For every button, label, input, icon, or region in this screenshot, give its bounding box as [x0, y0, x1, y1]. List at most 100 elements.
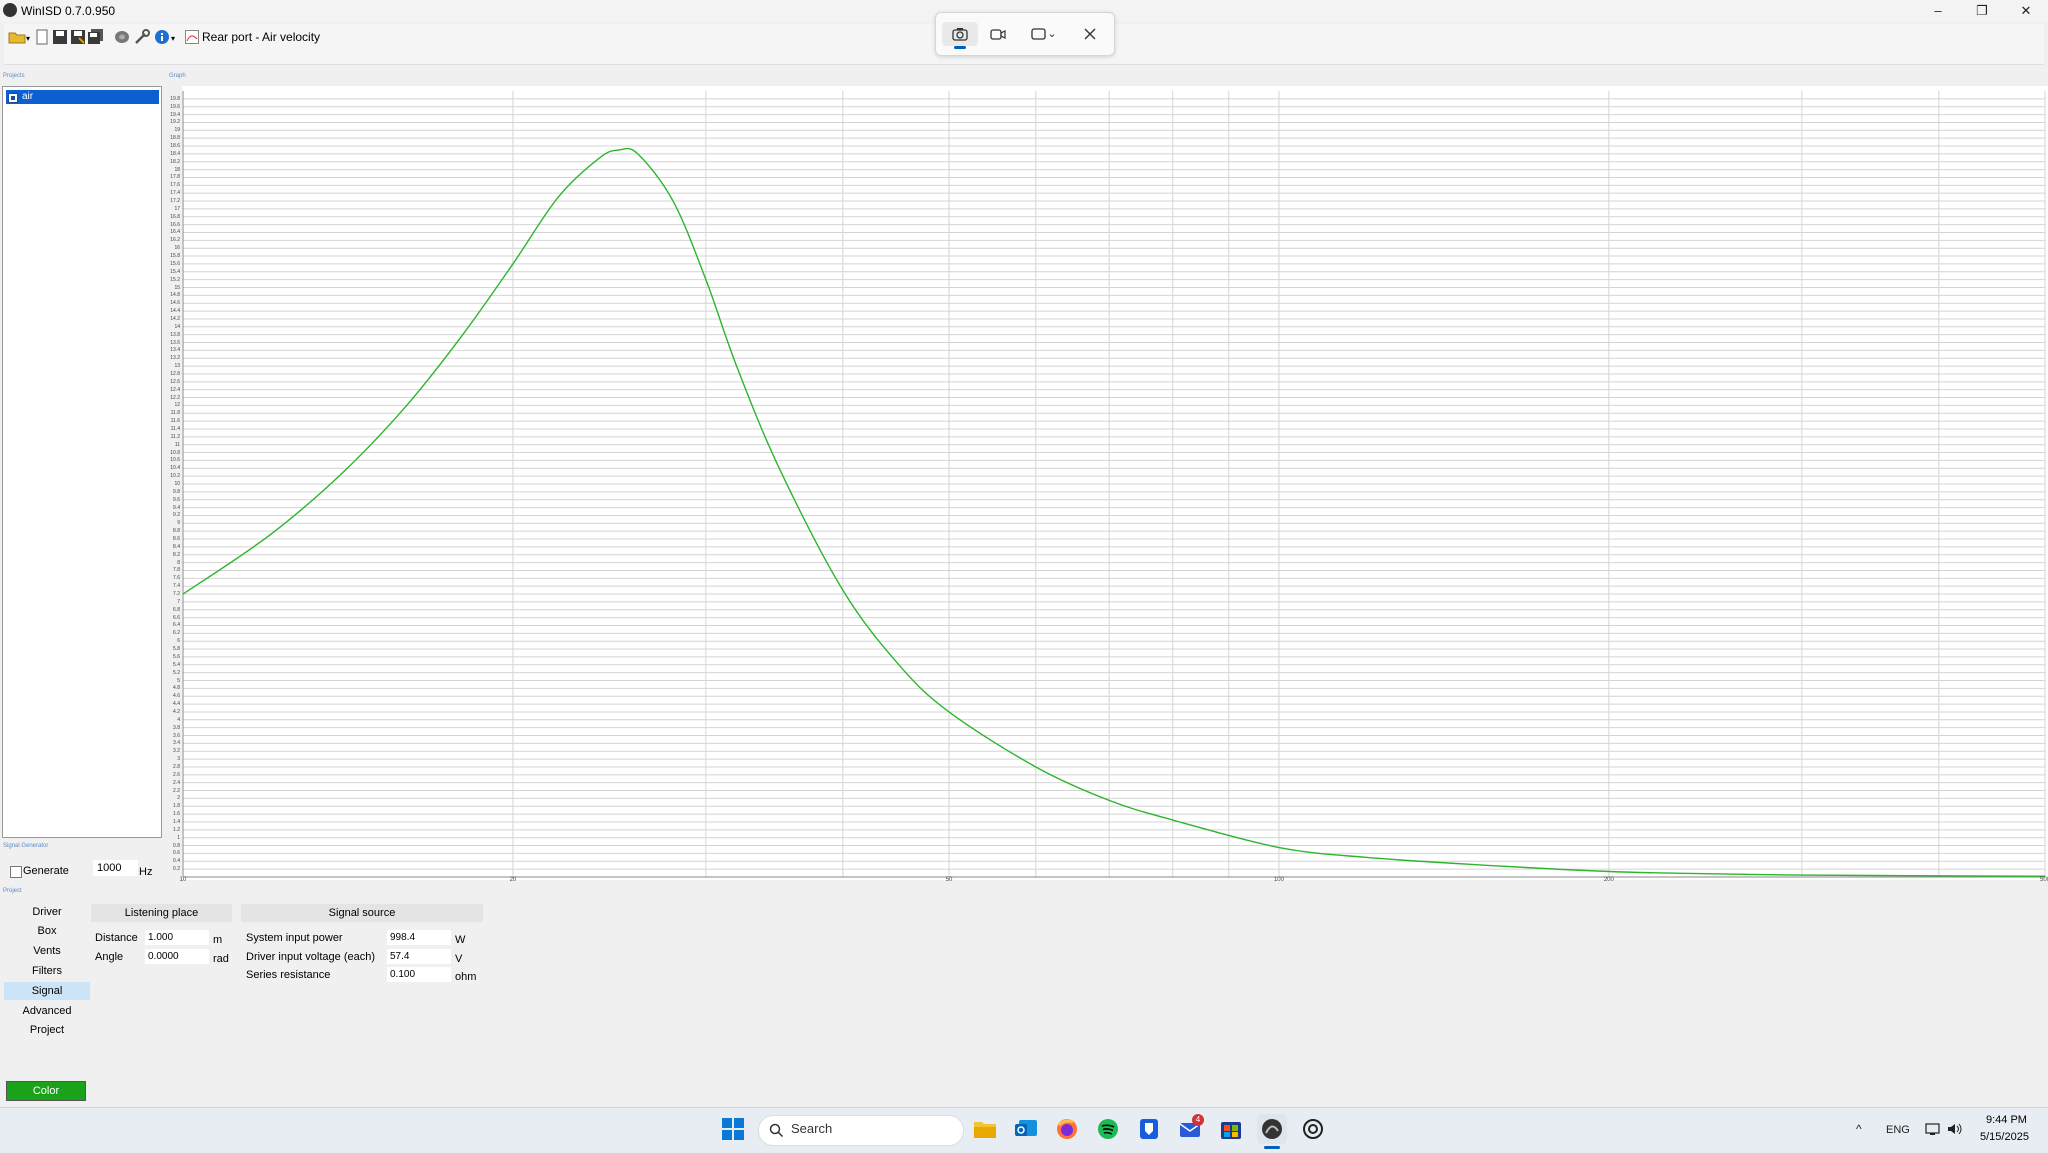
tray-chevron-icon[interactable]: ^ — [1856, 1122, 1862, 1136]
camera-icon[interactable] — [942, 22, 978, 49]
y-tick-label: 9.2 — [173, 512, 180, 519]
nav-driver[interactable]: Driver — [4, 903, 90, 921]
language-indicator[interactable]: ENG — [1886, 1124, 1910, 1136]
y-tick-label: 17.4 — [170, 190, 180, 197]
y-tick-label: 13.4 — [170, 347, 180, 354]
y-tick-label: 11.4 — [170, 425, 180, 432]
y-tick-label: 17.2 — [170, 198, 180, 205]
volume-icon[interactable] — [1947, 1122, 1963, 1141]
y-tick-label: 3.2 — [173, 748, 180, 755]
y-tick-label: 9 — [177, 520, 180, 527]
y-tick-label: 1.8 — [173, 803, 180, 810]
y-tick-label: 7.2 — [173, 591, 180, 598]
chatgpt-icon[interactable] — [1298, 1114, 1328, 1144]
graph-type-selector[interactable]: Rear port - Air velocity — [202, 28, 320, 46]
y-tick-label: 8.4 — [173, 543, 180, 550]
firefox-icon[interactable] — [1052, 1114, 1082, 1144]
angle-input[interactable]: 0.0000 — [145, 949, 209, 964]
network-icon[interactable] — [1925, 1122, 1941, 1141]
search-label: Search — [791, 1121, 833, 1136]
y-tick-label: 2.6 — [173, 771, 180, 778]
y-tick-label: 15.2 — [170, 276, 180, 283]
generate-checkbox[interactable] — [10, 866, 22, 878]
y-tick-label: 15.6 — [170, 260, 180, 267]
video-icon[interactable] — [980, 22, 1016, 46]
save-icon[interactable] — [52, 29, 68, 45]
clock-time[interactable]: 9:44 PM — [1986, 1114, 2027, 1126]
y-tick-label: 7 — [177, 598, 180, 605]
y-tick-label: 4.6 — [173, 693, 180, 700]
y-tick-label: 14.4 — [170, 308, 180, 315]
restore-button[interactable]: ❐ — [1960, 0, 2004, 22]
y-tick-label: 9.4 — [173, 504, 180, 511]
series-resistance-input[interactable]: 0.100 — [387, 967, 451, 982]
info-dropdown-icon[interactable]: ▾ — [171, 34, 175, 43]
bitwarden-icon[interactable] — [1134, 1114, 1164, 1144]
resistance-unit: ohm — [455, 971, 477, 983]
y-tick-label: 18 — [174, 166, 180, 173]
minimize-button[interactable]: – — [1916, 0, 1960, 22]
y-tick-label: 13 — [174, 363, 180, 370]
projects-panel — [2, 86, 162, 838]
driver-database-icon[interactable] — [114, 29, 130, 45]
new-document-icon[interactable] — [34, 29, 50, 45]
x-tick-label: 10 — [179, 877, 187, 883]
y-tick-label: 13.6 — [170, 339, 180, 346]
nav-filters[interactable]: Filters — [4, 962, 90, 980]
y-tick-label: 5.4 — [173, 661, 180, 668]
y-tick-label: 18.8 — [170, 135, 180, 142]
signal-source-header: Signal source — [241, 904, 483, 922]
projects-label: Projects — [3, 73, 25, 79]
y-tick-label: 3.8 — [173, 724, 180, 731]
y-tick-label: 0.8 — [173, 842, 180, 849]
y-tick-label: 19.4 — [170, 111, 180, 118]
y-tick-label: 19.6 — [170, 103, 180, 110]
color-button[interactable]: Color — [6, 1081, 86, 1101]
winisd-taskbar-icon[interactable] — [1257, 1114, 1287, 1144]
nav-signal[interactable]: Signal — [4, 982, 90, 1000]
y-tick-label: 1 — [177, 834, 180, 841]
y-tick-label: 16.4 — [170, 229, 180, 236]
distance-input[interactable]: 1.000 — [145, 930, 209, 945]
project-checkbox[interactable] — [8, 93, 18, 103]
distance-label: Distance — [95, 932, 138, 944]
close-window-button[interactable]: ✕ — [2004, 0, 2048, 22]
save-as-icon[interactable] — [70, 29, 86, 45]
nav-project[interactable]: Project — [4, 1021, 90, 1039]
y-tick-label: 1.4 — [173, 818, 180, 825]
clock-date[interactable]: 5/15/2025 — [1980, 1131, 2029, 1143]
y-tick-label: 19 — [174, 127, 180, 134]
system-input-power-label: System input power — [246, 932, 343, 944]
microsoft-store-icon[interactable] — [1216, 1114, 1246, 1144]
frequency-input[interactable]: 1000 — [93, 860, 138, 876]
rectangle-mode-icon[interactable]: ⌄ — [1024, 22, 1064, 46]
y-tick-label: 11.2 — [170, 433, 180, 440]
angle-label: Angle — [95, 951, 124, 963]
y-tick-label: 12.8 — [170, 370, 180, 377]
open-dropdown-icon[interactable]: ▾ — [26, 34, 30, 43]
nav-box[interactable]: Box — [4, 922, 90, 940]
outlook-icon[interactable] — [1011, 1114, 1041, 1144]
y-tick-label: 18.4 — [170, 150, 180, 157]
nav-advanced[interactable]: Advanced — [4, 1002, 90, 1020]
nav-vents[interactable]: Vents — [4, 942, 90, 960]
y-tick-label: 8.8 — [173, 528, 180, 535]
spotify-icon[interactable] — [1093, 1114, 1123, 1144]
open-folder-icon[interactable] — [8, 29, 26, 45]
snipping-toolbar: ⌄ — [935, 12, 1115, 56]
tools-icon[interactable] — [134, 29, 150, 45]
save-all-icon[interactable] — [88, 29, 104, 45]
y-tick-label: 18.2 — [170, 158, 180, 165]
y-tick-label: 0.2 — [173, 866, 180, 873]
windows-start-icon[interactable] — [718, 1114, 748, 1144]
driver-input-voltage-input[interactable]: 57.4 — [387, 949, 451, 964]
close-icon[interactable] — [1072, 22, 1108, 46]
series-resistance-label: Series resistance — [246, 969, 331, 981]
taskbar-search-box[interactable] — [758, 1115, 964, 1146]
info-icon[interactable] — [154, 29, 170, 45]
file-explorer-icon[interactable] — [970, 1114, 1000, 1144]
x-tick-label: 20 — [509, 877, 517, 883]
y-tick-label: 15.4 — [170, 268, 180, 275]
system-input-power-input[interactable]: 998.4 — [387, 930, 451, 945]
y-tick-label: 17 — [174, 205, 180, 212]
